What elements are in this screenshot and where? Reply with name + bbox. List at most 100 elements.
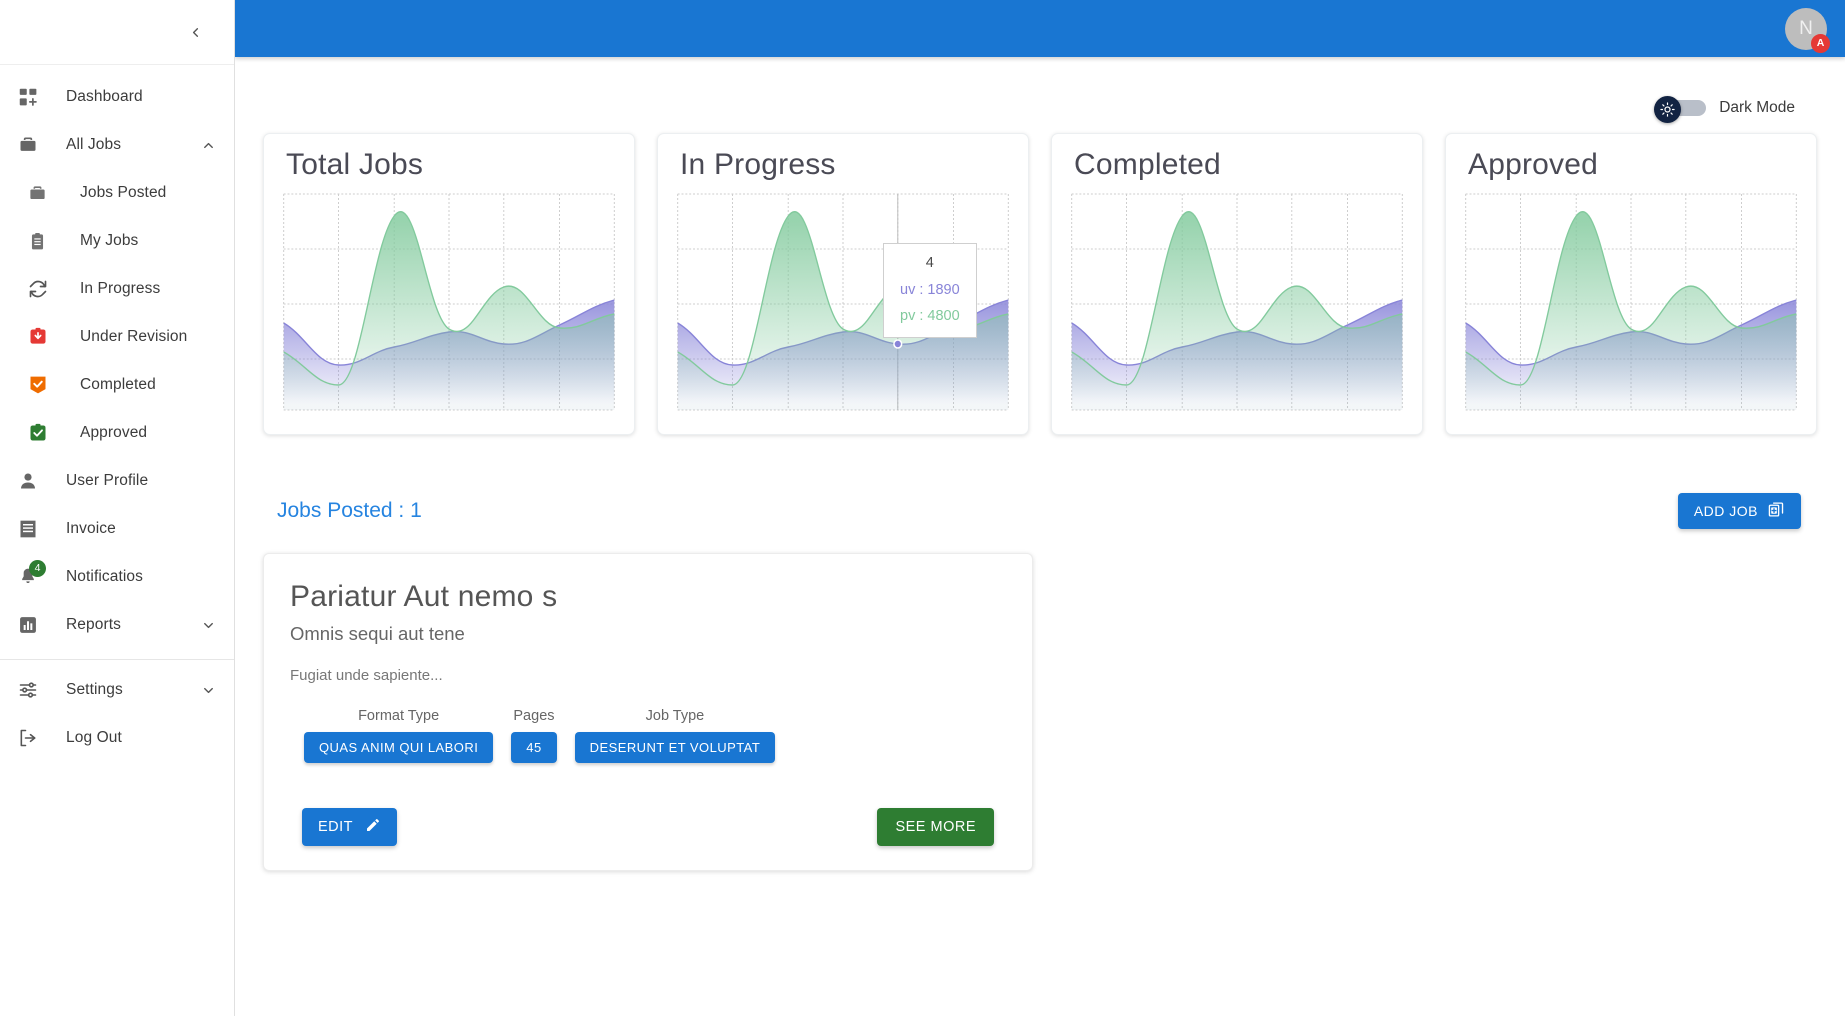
person-icon: [18, 471, 48, 491]
active-dot-uv: [893, 339, 903, 349]
chevron-down-icon[interactable]: [201, 683, 216, 698]
briefcase-icon: [28, 184, 58, 203]
stat-cards-row: Total Jobs In Progress 4 uv: 1890 pv: …: [263, 133, 1817, 435]
sidebar-item-in-progress[interactable]: In Progress: [0, 265, 234, 313]
sidebar-item-label: Invoice: [66, 520, 116, 537]
job-card[interactable]: Pariatur Aut nemo s Omnis sequi aut tene…: [263, 553, 1033, 871]
area-chart-svg: [677, 193, 1009, 411]
job-actions: EDIT SEE MORE: [290, 808, 1006, 846]
stat-card-completed[interactable]: Completed: [1051, 133, 1423, 435]
chevron-left-icon[interactable]: [178, 15, 212, 49]
sidebar-header: [0, 0, 234, 65]
dark-mode-label: Dark Mode: [1719, 99, 1795, 116]
sidebar-item-my-jobs[interactable]: My Jobs: [0, 217, 234, 265]
add-job-button[interactable]: ADD JOB: [1677, 493, 1801, 529]
meta-label: Pages: [513, 708, 555, 724]
stat-card-in-progress[interactable]: In Progress 4 uv: 1890 pv: 4800: [657, 133, 1029, 435]
meta-value-chip[interactable]: QUAS ANIM QUI LABORI: [304, 732, 494, 763]
sliders-icon: [18, 680, 48, 700]
sidebar-item-user-profile[interactable]: User Profile: [0, 457, 234, 505]
completed-icon: [28, 375, 58, 395]
add-job-label: ADD JOB: [1693, 503, 1758, 519]
jobs-header: Jobs Posted : 1 ADD JOB: [263, 493, 1817, 529]
clipboard-icon: [28, 232, 58, 251]
chevron-down-icon[interactable]: [201, 618, 216, 633]
chevron-up-icon[interactable]: [201, 138, 216, 153]
sidebar-item-label: Completed: [80, 376, 156, 393]
area-chart[interactable]: [1064, 188, 1410, 416]
area-chart-svg: [1071, 193, 1403, 411]
content: Dark Mode Total Jobs In Progress 4 uv: …: [235, 57, 1845, 871]
sidebar-item-label: Under Revision: [80, 328, 188, 345]
revision-icon: [28, 327, 58, 347]
stat-card-approved[interactable]: Approved: [1445, 133, 1817, 435]
sidebar-nav: Dashboard All Jobs Jobs Posted My Jobs I…: [0, 65, 234, 1016]
avatar[interactable]: N A: [1785, 7, 1830, 53]
sidebar-item-dashboard[interactable]: Dashboard: [0, 73, 234, 121]
active-dot-pv: [893, 282, 903, 292]
sidebar-item-label: All Jobs: [66, 136, 122, 153]
sidebar-item-label: Notificatios: [66, 568, 144, 585]
avatar-badge: A: [1811, 33, 1830, 53]
topbar: N A: [235, 0, 1845, 57]
area-chart-svg: [283, 193, 615, 411]
notification-badge: 4: [29, 560, 46, 577]
sidebar-item-label: Approved: [80, 424, 148, 441]
stat-card-title: Completed: [1074, 148, 1221, 181]
briefcase-icon: [18, 135, 48, 155]
sidebar-item-approved[interactable]: Approved: [0, 409, 234, 457]
sidebar-item-invoice[interactable]: Invoice: [0, 505, 234, 553]
sidebar-divider: [0, 659, 234, 660]
main-area: N A Dark Mode Total Jobs In Progress 4 u…: [235, 0, 1845, 1016]
sidebar-item-settings[interactable]: Settings: [0, 666, 234, 714]
edit-button[interactable]: EDIT: [302, 808, 398, 846]
job-meta-pages: Pages 45: [511, 708, 557, 763]
pencil-icon: [365, 817, 381, 837]
sidebar-item-label: My Jobs: [80, 232, 139, 249]
stat-card-total-jobs[interactable]: Total Jobs: [263, 133, 635, 435]
refresh-icon: [28, 279, 58, 299]
sidebar-item-label: Settings: [66, 681, 123, 698]
job-description: Fugiat unde sapiente...: [290, 667, 443, 684]
jobs-posted-count: Jobs Posted : 1: [277, 499, 422, 522]
dark-mode-toggle[interactable]: [1654, 96, 1707, 123]
sidebar-item-reports[interactable]: Reports: [0, 601, 234, 649]
area-chart[interactable]: [1458, 188, 1804, 416]
area-chart-svg: [1465, 193, 1797, 411]
bar-chart-icon: [18, 615, 48, 635]
logout-icon: [18, 728, 48, 748]
meta-value-chip[interactable]: DESERUNT ET VOLUPTAT: [574, 732, 776, 763]
sidebar-item-label: Dashboard: [66, 88, 143, 105]
sun-icon: [1654, 96, 1682, 123]
sidebar-item-completed[interactable]: Completed: [0, 361, 234, 409]
job-meta-row: Format Type QUAS ANIM QUI LABORI Pages 4…: [290, 708, 1006, 763]
sidebar-item-notifications[interactable]: 4 Notificatios: [0, 553, 234, 601]
dark-mode-row: Dark Mode: [263, 57, 1817, 129]
sidebar-item-label: In Progress: [80, 280, 161, 297]
stat-card-title: Approved: [1468, 148, 1599, 181]
stat-card-title: Total Jobs: [286, 148, 424, 181]
approved-icon: [28, 423, 58, 443]
sidebar-item-log-out[interactable]: Log Out: [0, 714, 234, 762]
add-document-icon: [1768, 501, 1785, 521]
meta-label: Format Type: [358, 708, 440, 724]
job-title: Pariatur Aut nemo s: [290, 580, 558, 613]
sidebar-item-label: Jobs Posted: [80, 184, 167, 201]
meta-label: Job Type: [645, 708, 705, 724]
area-chart[interactable]: [276, 188, 622, 416]
sidebar-item-all-jobs[interactable]: All Jobs: [0, 121, 234, 169]
bell-icon: 4: [18, 560, 48, 587]
dashboard-add-icon: [18, 87, 48, 108]
sidebar-item-label: Reports: [66, 616, 121, 633]
edit-label: EDIT: [318, 819, 354, 835]
sidebar-item-label: User Profile: [66, 472, 149, 489]
job-subtitle: Omnis sequi aut tene: [290, 623, 465, 644]
sidebar-item-label: Log Out: [66, 729, 122, 746]
see-more-button[interactable]: SEE MORE: [877, 808, 994, 846]
sidebar-item-jobs-posted[interactable]: Jobs Posted: [0, 169, 234, 217]
invoice-icon: [18, 519, 48, 539]
area-chart[interactable]: 4 uv : 1890 pv : 4800: [670, 188, 1016, 416]
sidebar-item-under-revision[interactable]: Under Revision: [0, 313, 234, 361]
job-meta-job-type: Job Type DESERUNT ET VOLUPTAT: [574, 708, 776, 763]
meta-value-chip[interactable]: 45: [511, 732, 557, 763]
